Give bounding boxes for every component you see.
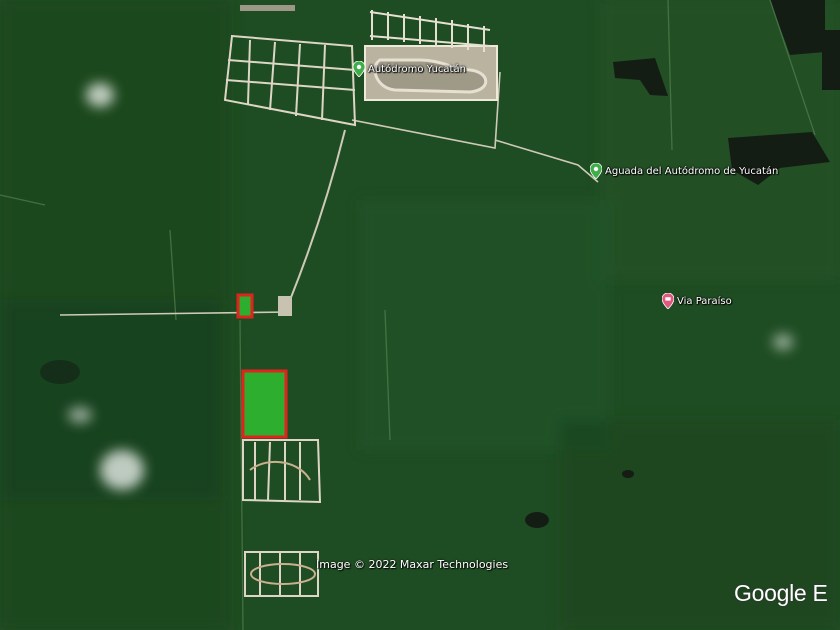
small-clearing: [278, 296, 292, 316]
google-earth-logo: Google E: [734, 580, 828, 606]
imagery-attribution: Image © 2022 Maxar Technologies: [316, 558, 509, 571]
green-pin-icon: [590, 163, 602, 179]
poi-aguada-del-autodromo[interactable]: Aguada del Autódromo de Yucatán: [590, 163, 778, 179]
green-pin-icon: [353, 61, 365, 77]
poi-via-paraiso[interactable]: Via Paraíso: [662, 293, 732, 309]
parcel-small: [236, 293, 254, 319]
satellite-map[interactable]: Autódromo Yucatán Aguada del Autódromo d…: [0, 0, 840, 630]
poi-autodromo-yucatan[interactable]: Autódromo Yucatán: [353, 61, 466, 77]
poi-label: Autódromo Yucatán: [368, 63, 466, 75]
satellite-imagery: [0, 0, 840, 630]
pink-pin-icon: [662, 293, 674, 309]
poi-label: Aguada del Autódromo de Yucatán: [605, 165, 779, 177]
poi-label: Via Paraíso: [677, 295, 732, 307]
parcel-large: [241, 369, 288, 439]
